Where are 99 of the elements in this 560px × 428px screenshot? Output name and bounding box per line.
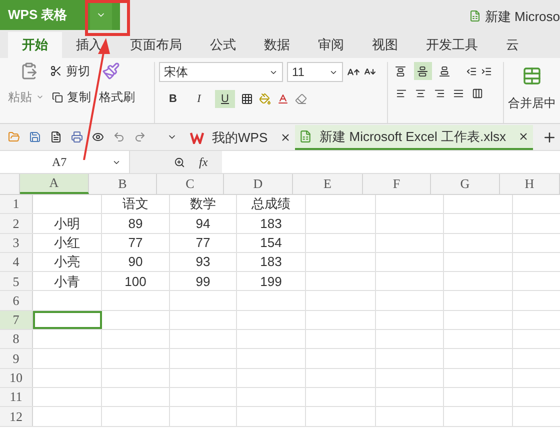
- scissors-icon: [50, 65, 62, 77]
- ribbon-tab[interactable]: 视图: [358, 32, 412, 58]
- table-cell-text: 90: [128, 253, 143, 272]
- name-box[interactable]: A7: [0, 151, 130, 173]
- justify-icon[interactable]: [452, 88, 464, 99]
- table-cell-text: 总成绩: [252, 195, 290, 214]
- row-header[interactable]: 1: [0, 195, 33, 214]
- document-icon[interactable]: [50, 131, 62, 143]
- new-tab-icon[interactable]: [542, 130, 557, 144]
- merge-cells-icon: [522, 66, 542, 86]
- redo-icon[interactable]: [134, 131, 146, 143]
- fill-color-icon[interactable]: [259, 93, 272, 105]
- font-color-icon[interactable]: [277, 93, 290, 105]
- text-style-button[interactable]: U: [215, 90, 236, 108]
- document-icon: [468, 10, 481, 22]
- table-cell-text: 154: [260, 234, 282, 252]
- align-left-icon[interactable]: [396, 88, 407, 99]
- indent-increase-icon[interactable]: [480, 66, 492, 76]
- highlight-frame: [85, 0, 130, 36]
- ribbon-tab[interactable]: 页面布局: [116, 32, 196, 58]
- ribbon-tab[interactable]: 公式: [196, 32, 250, 58]
- table-cell-text: 89: [128, 214, 143, 233]
- search-icon[interactable]: [174, 156, 185, 168]
- row-header[interactable]: 2: [0, 214, 33, 233]
- app-title[interactable]: WPS 表格: [8, 5, 68, 25]
- align-icon: [395, 66, 406, 76]
- font-family-dropdown[interactable]: 宋体: [159, 62, 284, 82]
- table-cell-text: 183: [260, 253, 282, 272]
- row-header[interactable]: 3: [0, 234, 33, 252]
- table-cell-text: 小亮: [54, 253, 80, 272]
- row-header[interactable]: 10: [0, 368, 33, 387]
- table-cell-text: 77: [128, 234, 143, 252]
- undo-icon[interactable]: [113, 131, 125, 143]
- row-header[interactable]: 12: [0, 407, 33, 426]
- printer-icon[interactable]: [71, 131, 83, 143]
- table-cell-text: 小红: [54, 234, 80, 252]
- row-header[interactable]: 7: [0, 310, 33, 330]
- table-cell-text: 100: [124, 272, 146, 291]
- table-cell-text: 99: [196, 272, 210, 291]
- save-icon[interactable]: [29, 131, 41, 143]
- selected-cell[interactable]: [33, 310, 102, 330]
- clear-format-icon[interactable]: [295, 93, 308, 105]
- column-header[interactable]: B: [89, 174, 157, 194]
- table-cell-text: 77: [196, 234, 210, 252]
- preview-icon[interactable]: [92, 131, 104, 143]
- paintbrush-icon[interactable]: [102, 62, 120, 80]
- table-cell-text: 数学: [190, 195, 216, 214]
- align-center-icon[interactable]: [414, 88, 426, 99]
- close-icon[interactable]: [518, 131, 529, 142]
- row-header[interactable]: 9: [0, 349, 33, 368]
- table-cell-text: 语文: [122, 195, 148, 214]
- font-size-dropdown[interactable]: 11: [287, 62, 344, 82]
- spreadsheet-icon: [298, 130, 312, 143]
- column-header[interactable]: E: [293, 174, 363, 194]
- row-header[interactable]: 4: [0, 252, 33, 272]
- ribbon-tab[interactable]: 云: [492, 32, 533, 58]
- ribbon-tab[interactable]: 插入: [62, 32, 116, 58]
- column-header[interactable]: H: [500, 174, 560, 194]
- ribbon-tab[interactable]: 数据: [250, 32, 304, 58]
- ribbon-tab[interactable]: 开发工具: [412, 32, 492, 58]
- copy-button[interactable]: 复制: [52, 88, 91, 106]
- table-cell-text: 199: [260, 272, 282, 291]
- column-header[interactable]: G: [431, 174, 500, 194]
- indent-decrease-icon[interactable]: [466, 66, 477, 76]
- format-painter-button[interactable]: 格式刷: [99, 88, 135, 106]
- table-cell-text: 183: [260, 214, 282, 233]
- formula-input[interactable]: [222, 151, 560, 173]
- wps-logo-icon: [190, 132, 204, 144]
- cut-button[interactable]: 剪切: [50, 62, 90, 80]
- ribbon-tab[interactable]: 开始: [8, 32, 62, 58]
- borders-icon[interactable]: [241, 93, 254, 105]
- column-header[interactable]: C: [157, 174, 224, 194]
- window-title: 新建 Microso: [484, 8, 560, 26]
- copy-icon: [52, 92, 63, 102]
- column-header[interactable]: A: [20, 174, 89, 194]
- ribbon-tab[interactable]: 审阅: [304, 32, 358, 58]
- table-cell-text: 93: [196, 253, 210, 272]
- document-tab[interactable]: 新建 Microsoft Excel 工作表.xlsx: [294, 125, 533, 150]
- vertical-align-button[interactable]: [414, 62, 432, 80]
- text-style-button[interactable]: I: [189, 90, 210, 108]
- merge-center-button[interactable]: 合并居中: [508, 62, 556, 123]
- paste-icon[interactable]: [20, 62, 38, 80]
- row-header[interactable]: 6: [0, 291, 33, 310]
- distribute-icon[interactable]: [472, 88, 483, 99]
- align-icon: [439, 66, 450, 76]
- text-style-button[interactable]: B: [163, 90, 184, 108]
- row-header[interactable]: 11: [0, 388, 33, 406]
- column-header[interactable]: F: [363, 174, 431, 194]
- column-header[interactable]: D: [224, 174, 293, 194]
- row-header[interactable]: 5: [0, 272, 33, 290]
- document-tab[interactable]: 我的WPS: [186, 125, 295, 150]
- function-label[interactable]: fx: [199, 153, 208, 171]
- align-icon: [417, 66, 428, 76]
- table-cell-text: 小青: [54, 272, 80, 291]
- table-cell-text: 94: [196, 214, 210, 233]
- table-cell-text: 小明: [54, 214, 80, 233]
- row-header[interactable]: 8: [0, 330, 33, 348]
- align-right-icon[interactable]: [434, 88, 445, 99]
- close-icon[interactable]: [280, 132, 291, 143]
